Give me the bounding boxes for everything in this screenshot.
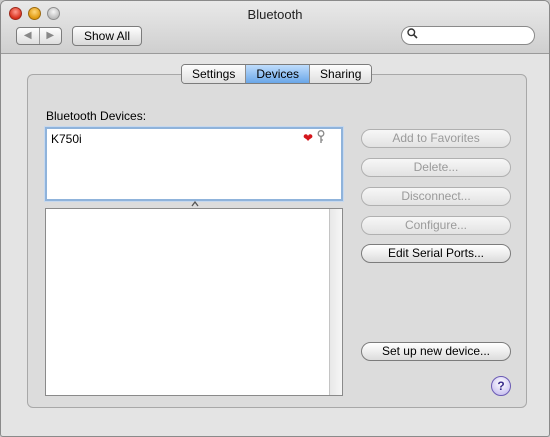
tab-settings[interactable]: Settings bbox=[182, 65, 247, 83]
window-title: Bluetooth bbox=[247, 7, 303, 22]
search-field[interactable] bbox=[401, 26, 535, 45]
search-input[interactable] bbox=[422, 28, 526, 43]
add-to-favorites-button[interactable]: Add to Favorites bbox=[361, 129, 511, 148]
search-icon bbox=[407, 28, 418, 42]
device-list-item[interactable]: K750i ❤ bbox=[51, 130, 337, 148]
preferences-window: Bluetooth ◀ ▶ Show All Settings Devices … bbox=[0, 0, 550, 437]
disconnect-button[interactable]: Disconnect... bbox=[361, 187, 511, 206]
device-detail-pane bbox=[45, 208, 343, 396]
splitter-handle-icon[interactable] bbox=[191, 200, 199, 208]
bluetooth-devices-label: Bluetooth Devices: bbox=[46, 109, 147, 123]
tab-bar: Settings Devices Sharing bbox=[181, 64, 373, 84]
delete-button[interactable]: Delete... bbox=[361, 158, 511, 177]
heart-icon: ❤ bbox=[303, 131, 314, 145]
show-all-button[interactable]: Show All bbox=[72, 26, 142, 46]
set-up-new-device-button[interactable]: Set up new device... bbox=[361, 342, 511, 361]
title-bar: Bluetooth ◀ ▶ Show All bbox=[1, 1, 549, 54]
detail-scrollbar[interactable] bbox=[329, 209, 342, 395]
back-forward-control: ◀ ▶ bbox=[16, 27, 62, 45]
forward-arrow-icon[interactable]: ▶ bbox=[40, 28, 62, 44]
help-button[interactable]: ? bbox=[491, 376, 511, 396]
tab-devices[interactable]: Devices bbox=[246, 65, 311, 83]
key-icon bbox=[317, 130, 325, 147]
edit-serial-ports-button[interactable]: Edit Serial Ports... bbox=[361, 244, 511, 263]
back-arrow-icon[interactable]: ◀ bbox=[17, 28, 40, 44]
device-list[interactable]: K750i ❤ bbox=[45, 127, 343, 201]
tab-sharing[interactable]: Sharing bbox=[310, 65, 372, 83]
configure-button[interactable]: Configure... bbox=[361, 216, 511, 235]
device-name: K750i bbox=[51, 132, 82, 146]
